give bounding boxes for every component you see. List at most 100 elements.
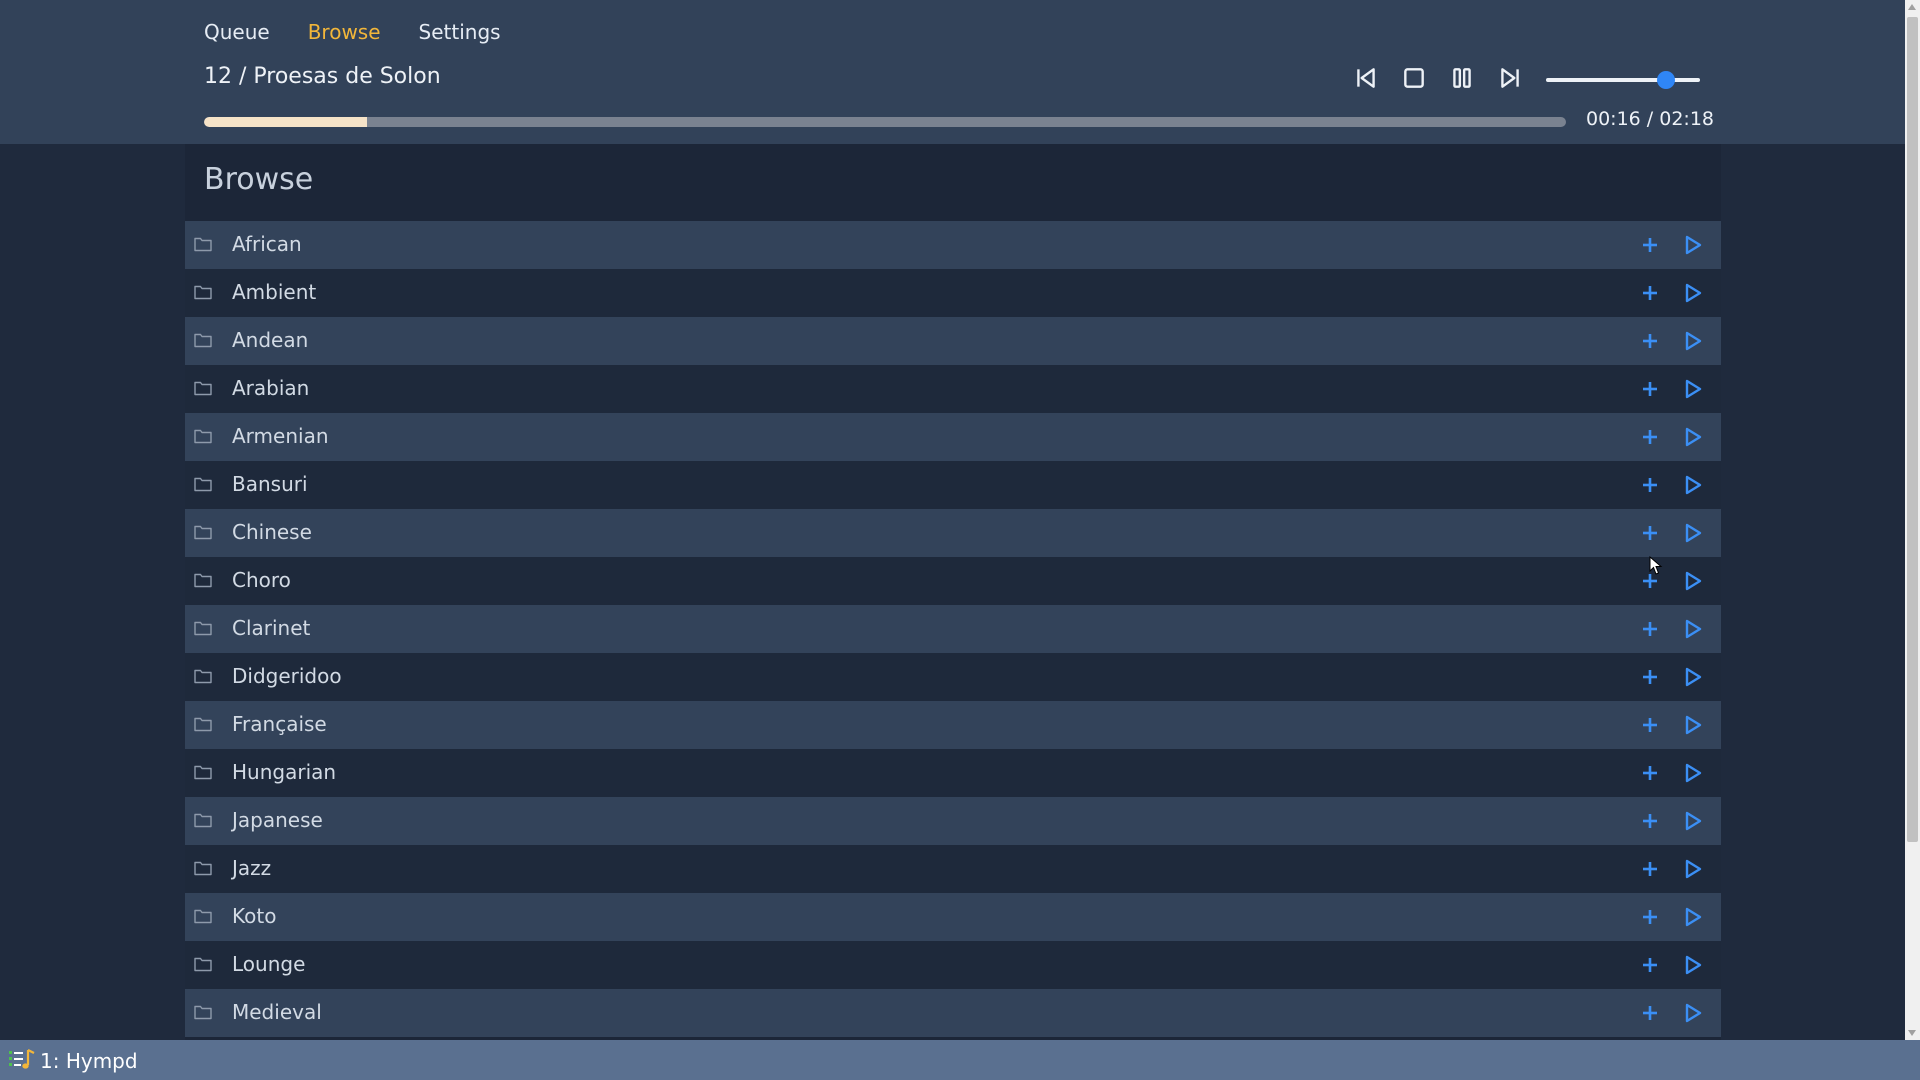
list-item[interactable]: Bansuri xyxy=(185,461,1721,509)
list-item-label[interactable]: Armenian xyxy=(232,424,329,448)
folder-icon xyxy=(194,285,212,300)
scroll-down-arrow-icon[interactable] xyxy=(1908,1030,1916,1036)
folder-icon xyxy=(194,477,212,492)
add-icon[interactable] xyxy=(1638,233,1662,257)
list-item[interactable]: Andean xyxy=(185,317,1721,365)
list-item[interactable]: Armenian xyxy=(185,413,1721,461)
volume-knob[interactable] xyxy=(1657,71,1676,89)
play-icon[interactable] xyxy=(1681,665,1705,689)
add-icon[interactable] xyxy=(1638,713,1662,737)
list-item-label[interactable]: Arabian xyxy=(232,376,309,400)
folder-icon xyxy=(194,429,212,444)
next-button[interactable] xyxy=(1496,62,1524,94)
add-icon[interactable] xyxy=(1638,1001,1662,1025)
stop-icon xyxy=(1404,68,1424,88)
play-icon[interactable] xyxy=(1681,617,1705,641)
play-icon[interactable] xyxy=(1681,905,1705,929)
play-icon[interactable] xyxy=(1681,569,1705,593)
add-icon[interactable] xyxy=(1638,809,1662,833)
play-icon[interactable] xyxy=(1681,1001,1705,1025)
add-icon[interactable] xyxy=(1638,521,1662,545)
folder-icon xyxy=(194,669,212,684)
folder-icon xyxy=(194,381,212,396)
scroll-up-arrow-icon[interactable] xyxy=(1908,4,1916,10)
folder-icon xyxy=(194,333,212,348)
taskbar: 1: Hympd xyxy=(0,1040,1920,1080)
list-item-label[interactable]: Bansuri xyxy=(232,472,308,496)
play-icon[interactable] xyxy=(1681,809,1705,833)
play-icon[interactable] xyxy=(1681,425,1705,449)
list-item-label[interactable]: African xyxy=(232,232,302,256)
list-item-label[interactable]: Hungarian xyxy=(232,760,336,784)
add-icon[interactable] xyxy=(1638,857,1662,881)
list-item-label[interactable]: Andean xyxy=(232,328,308,352)
list-item-label[interactable]: Française xyxy=(232,712,327,736)
list-item[interactable]: Jazz xyxy=(185,845,1721,893)
folder-icon xyxy=(194,525,212,540)
add-icon[interactable] xyxy=(1638,617,1662,641)
add-icon[interactable] xyxy=(1638,905,1662,929)
volume-track xyxy=(1546,78,1700,82)
page-scrollbar[interactable] xyxy=(1905,0,1920,1040)
folder-icon xyxy=(194,957,212,972)
list-item-label[interactable]: Ambient xyxy=(232,280,316,304)
nav-settings[interactable]: Settings xyxy=(419,20,501,44)
list-item[interactable]: Choro xyxy=(185,557,1721,605)
list-item-label[interactable]: Koto xyxy=(232,904,276,928)
play-icon[interactable] xyxy=(1681,329,1705,353)
song-progress-fill xyxy=(204,117,368,127)
add-icon[interactable] xyxy=(1638,761,1662,785)
nav-browse[interactable]: Browse xyxy=(308,20,381,44)
add-icon[interactable] xyxy=(1638,425,1662,449)
add-icon[interactable] xyxy=(1638,281,1662,305)
play-icon[interactable] xyxy=(1681,953,1705,977)
list-item-label[interactable]: Lounge xyxy=(232,952,305,976)
play-icon[interactable] xyxy=(1681,761,1705,785)
list-item[interactable]: Hungarian xyxy=(185,749,1721,797)
song-progress-bar[interactable] xyxy=(204,117,1566,127)
scrollbar-thumb[interactable] xyxy=(1907,17,1918,842)
pause-button[interactable] xyxy=(1448,62,1476,94)
page-title: Browse xyxy=(204,162,314,197)
list-item-label[interactable]: Didgeridoo xyxy=(232,664,342,688)
list-item[interactable]: Didgeridoo xyxy=(185,653,1721,701)
play-icon[interactable] xyxy=(1681,521,1705,545)
list-item-label[interactable]: Jazz xyxy=(232,856,271,880)
list-item[interactable]: Japanese xyxy=(185,797,1721,845)
add-icon[interactable] xyxy=(1638,329,1662,353)
play-icon[interactable] xyxy=(1681,377,1705,401)
playback-controls xyxy=(1352,62,1524,94)
add-icon[interactable] xyxy=(1638,953,1662,977)
add-icon[interactable] xyxy=(1638,377,1662,401)
list-item-label[interactable]: Clarinet xyxy=(232,616,310,640)
list-item[interactable]: Koto xyxy=(185,893,1721,941)
play-icon[interactable] xyxy=(1681,233,1705,257)
volume-slider[interactable] xyxy=(1546,68,1700,92)
play-icon[interactable] xyxy=(1681,473,1705,497)
list-item-label[interactable]: Japanese xyxy=(232,808,323,832)
list-item[interactable]: Clarinet xyxy=(185,605,1721,653)
add-icon[interactable] xyxy=(1638,665,1662,689)
list-item-label[interactable]: Choro xyxy=(232,568,291,592)
browse-panel: Browse African Ambient Andean Arabian Armeni… xyxy=(185,144,1721,1040)
list-item[interactable]: Lounge xyxy=(185,941,1721,989)
list-item[interactable]: African xyxy=(185,221,1721,269)
player-header: Queue Browse Settings 12 / Proesas de So… xyxy=(0,0,1905,144)
list-item-label[interactable]: Chinese xyxy=(232,520,312,544)
play-icon[interactable] xyxy=(1681,281,1705,305)
folder-icon xyxy=(194,765,212,780)
list-item[interactable]: Chinese xyxy=(185,509,1721,557)
list-item[interactable]: Ambient xyxy=(185,269,1721,317)
play-icon[interactable] xyxy=(1681,713,1705,737)
play-icon[interactable] xyxy=(1681,857,1705,881)
list-item[interactable]: Medieval xyxy=(185,989,1721,1037)
list-item[interactable]: Française xyxy=(185,701,1721,749)
pause-icon xyxy=(1453,68,1471,88)
previous-button[interactable] xyxy=(1352,62,1380,94)
taskbar-app-label[interactable]: 1: Hympd xyxy=(40,1049,138,1073)
add-icon[interactable] xyxy=(1638,473,1662,497)
list-item[interactable]: Arabian xyxy=(185,365,1721,413)
list-item-label[interactable]: Medieval xyxy=(232,1000,322,1024)
stop-button[interactable] xyxy=(1400,62,1428,94)
nav-queue[interactable]: Queue xyxy=(204,20,270,44)
